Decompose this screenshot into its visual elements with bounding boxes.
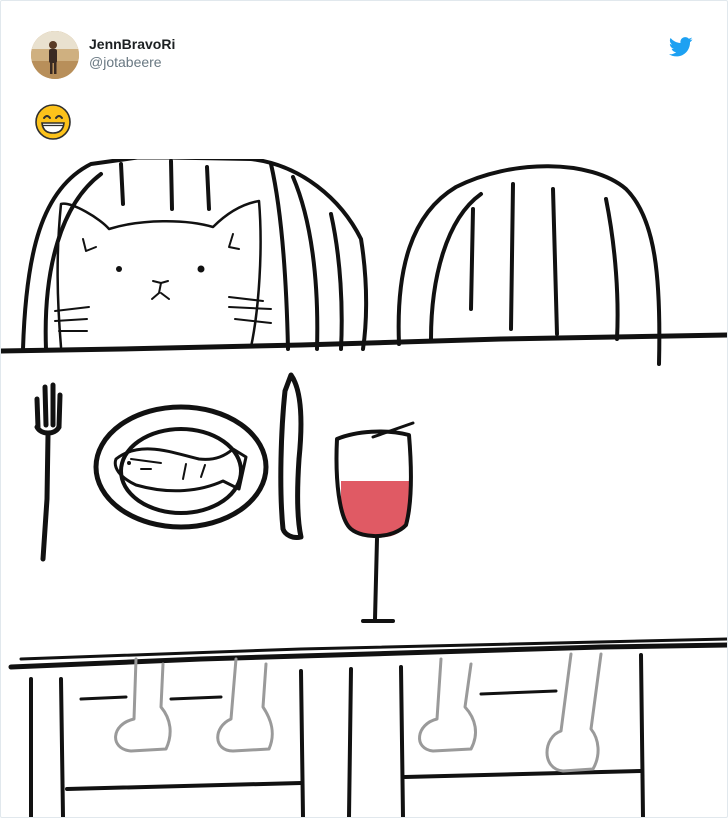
tweet-image-drawing[interactable] <box>1 159 727 817</box>
twitter-bird-icon[interactable] <box>669 37 693 57</box>
user-names: JennBravoRi @jotabeere <box>89 35 175 71</box>
grinning-face-emoji-icon <box>35 104 71 140</box>
user-handle[interactable]: @jotabeere <box>89 53 175 71</box>
fork <box>34 382 63 562</box>
user-avatar[interactable] <box>31 31 79 79</box>
wine-glass <box>334 421 415 623</box>
user-display-name[interactable]: JennBravoRi <box>89 35 175 53</box>
knife <box>278 372 304 540</box>
cat-paws <box>79 652 603 773</box>
cat-head <box>54 199 272 349</box>
plate-with-fish <box>93 404 269 530</box>
tweet-header: JennBravoRi @jotabeere <box>31 31 701 81</box>
under-table <box>29 653 645 817</box>
avatar-photo-icon <box>31 31 79 79</box>
tweet-card: JennBravoRi @jotabeere <box>0 0 728 818</box>
right-chair-back <box>396 164 662 366</box>
tweet-text <box>34 103 74 143</box>
